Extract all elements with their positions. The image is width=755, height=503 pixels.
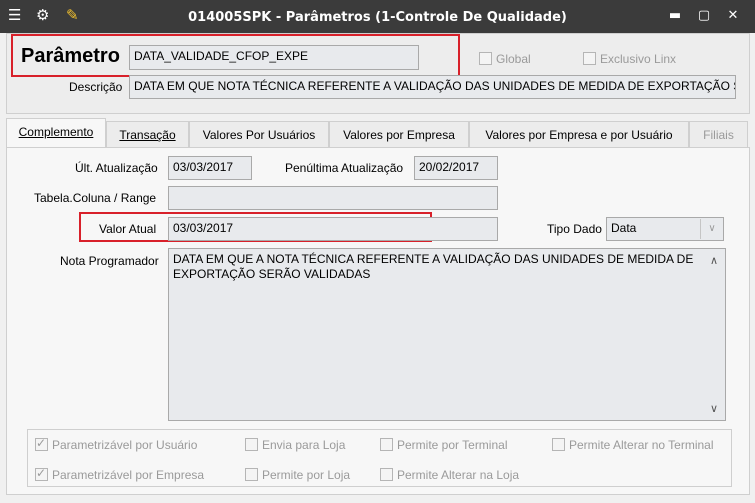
tab-valores-por-usuarios[interactable]: Valores Por Usuários — [189, 121, 329, 147]
valor-atual-label: Valor Atual — [99, 222, 157, 236]
tab-valores-por-usuarios-label: Valores Por Usuários — [202, 128, 316, 142]
penultima-atualizacao-label: Penúltima Atualização — [285, 161, 404, 175]
scroll-down-icon[interactable]: ∨ — [706, 402, 722, 416]
parametrizavel-usuario-label: Parametrizável por Usuário — [52, 438, 198, 452]
tab-valores-por-empresa[interactable]: Valores por Empresa — [329, 121, 469, 147]
penultima-atualizacao-field[interactable]: 20/02/2017 — [414, 156, 498, 180]
permite-alterar-loja-label: Permite Alterar na Loja — [397, 468, 520, 482]
tab-valores-por-empresa-label: Valores por Empresa — [343, 128, 455, 142]
exclusivo-linx-label: Exclusivo Linx — [600, 52, 677, 66]
minimize-icon[interactable]: ▬ — [664, 6, 686, 26]
parametrizavel-usuario-checkbox[interactable] — [35, 436, 48, 451]
global-checkbox[interactable] — [479, 52, 492, 65]
permite-alterar-terminal-checkbox[interactable] — [552, 438, 565, 451]
title-bar: ☰ ⚙ ✎ 014005SPK - Parâmetros (1-Controle… — [0, 0, 755, 33]
tab-filiais-label: Filiais — [703, 128, 734, 142]
envia-loja-checkbox[interactable] — [245, 438, 258, 451]
close-icon[interactable]: ✕ — [722, 6, 744, 26]
tab-transacao[interactable]: Transação — [106, 121, 189, 147]
tipo-dado-value: Data — [611, 221, 637, 235]
permite-loja-label: Permite por Loja — [262, 468, 351, 482]
ult-atualizacao-field[interactable]: 03/03/2017 — [168, 156, 252, 180]
permite-alterar-terminal-label: Permite Alterar no Terminal — [569, 438, 714, 452]
parametro-label: Parâmetro — [21, 45, 120, 67]
permite-alterar-loja-checkbox[interactable] — [380, 468, 393, 481]
tab-filiais[interactable]: Filiais — [689, 121, 748, 147]
nota-programador-label: Nota Programador — [60, 254, 159, 268]
ult-atualizacao-label: Últ. Atualização — [75, 161, 158, 175]
tabela-coluna-range-label: Tabela.Coluna / Range — [34, 191, 157, 205]
tab-transacao-label: Transação — [119, 128, 176, 142]
descricao-label: Descrição — [69, 80, 123, 94]
descricao-field[interactable]: DATA EM QUE NOTA TÉCNICA REFERENTE A VAL… — [129, 75, 736, 99]
tabela-coluna-range-field[interactable] — [168, 186, 498, 210]
nota-programador-textarea[interactable]: DATA EM QUE A NOTA TÉCNICA REFERENTE A V… — [168, 248, 726, 421]
parametro-field[interactable]: DATA_VALIDADE_CFOP_EXPE — [129, 45, 419, 70]
global-label: Global — [496, 52, 531, 66]
permite-terminal-checkbox[interactable] — [380, 438, 393, 451]
permite-terminal-label: Permite por Terminal — [397, 438, 508, 452]
tab-complemento[interactable]: Complemento — [6, 118, 106, 147]
exclusivo-linx-checkbox[interactable] — [583, 52, 596, 65]
parametrizavel-empresa-checkbox[interactable] — [35, 466, 48, 481]
tipo-dado-label: Tipo Dado — [547, 222, 602, 236]
envia-loja-label: Envia para Loja — [262, 438, 346, 452]
scroll-up-icon[interactable]: ∧ — [706, 254, 722, 268]
maximize-icon[interactable]: ▢ — [693, 6, 715, 26]
window-title: 014005SPK - Parâmetros (1-Controle De Qu… — [188, 10, 567, 25]
chevron-down-icon[interactable]: ∨ — [700, 219, 723, 239]
permite-loja-checkbox[interactable] — [245, 468, 258, 481]
tab-valores-por-empresa-usuario[interactable]: Valores por Empresa e por Usuário — [469, 121, 689, 147]
tab-complemento-label: Complemento — [18, 125, 94, 139]
valor-atual-field[interactable]: 03/03/2017 — [168, 217, 498, 241]
parametrizavel-empresa-label: Parametrizável por Empresa — [52, 468, 205, 482]
tab-valores-por-empresa-usuario-label: Valores por Empresa e por Usuário — [485, 128, 673, 142]
